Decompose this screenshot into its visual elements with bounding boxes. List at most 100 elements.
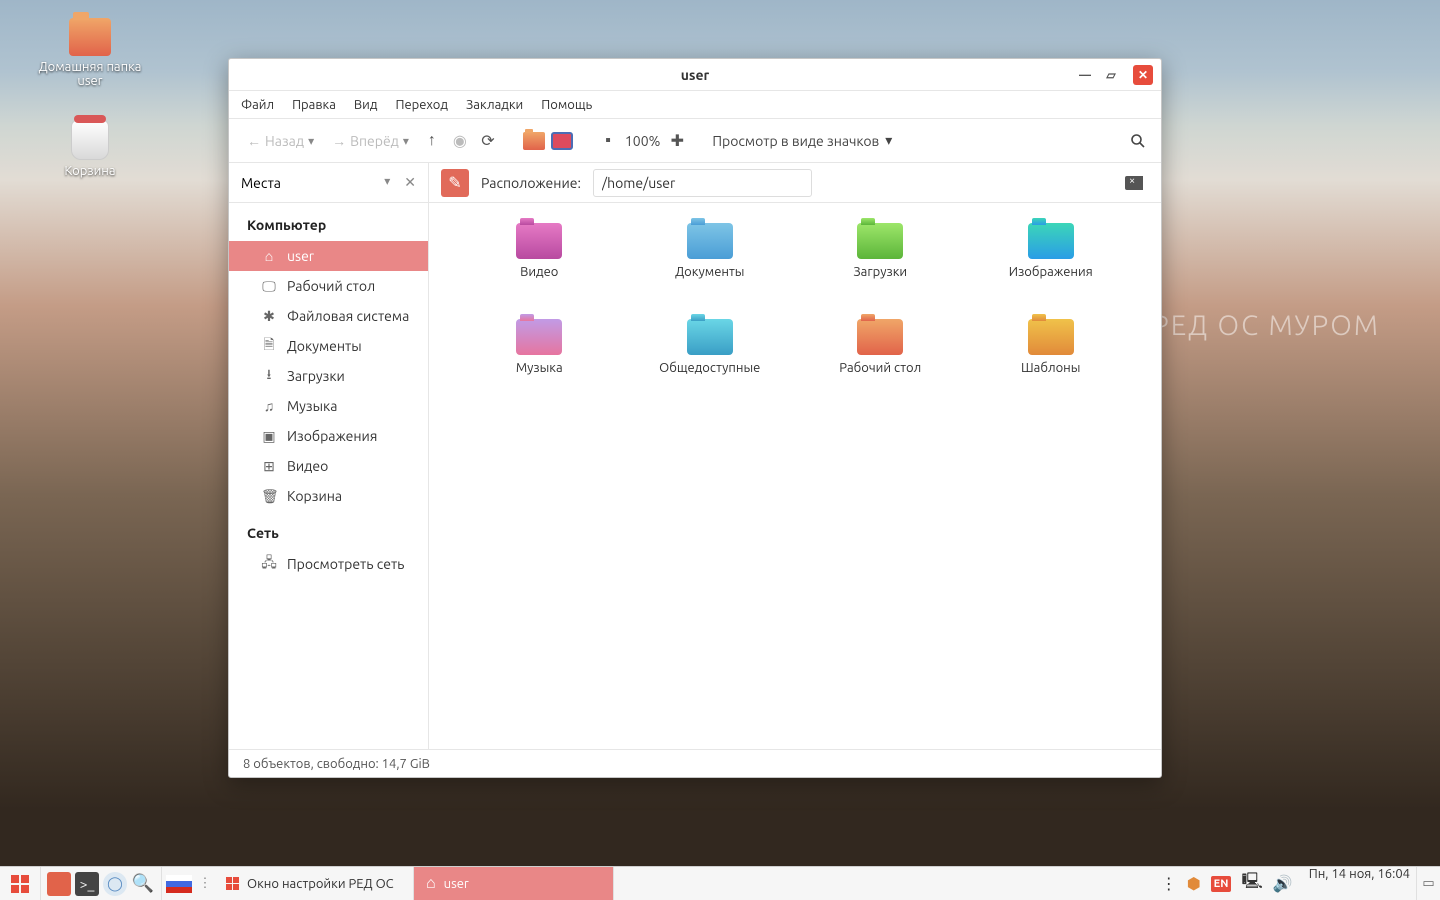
sidebar-item-7[interactable]: ⊞ Видео <box>229 451 428 481</box>
sidebar: Места ▾ ✕ Компьютер ⌂user🖵Рабочий стол✱Ф… <box>229 163 429 749</box>
menu-edit[interactable]: Правка <box>292 98 336 112</box>
folder-label: Изображения <box>1009 265 1093 279</box>
tray-language[interactable]: EN <box>1211 876 1232 892</box>
arrow-right-icon: → <box>332 133 346 149</box>
desktop: Домашняя папка user Корзина РЕД ОС МУРОМ… <box>0 0 1440 900</box>
task-label: Окно настройки РЕД ОС <box>247 877 394 891</box>
nav-back[interactable]: ← Назад ▾ <box>241 129 320 153</box>
sidebar-item-0[interactable]: ⌂user <box>229 241 428 271</box>
folder-tmpl[interactable]: Шаблоны <box>971 319 1132 409</box>
titlebar[interactable]: user — ▱ ✕ <box>229 59 1161 91</box>
section-network: Сеть <box>229 511 428 549</box>
sidebar-item-5[interactable]: ♫ Музыка <box>229 391 428 421</box>
sidebar-item-4[interactable]: ⭳Загрузки <box>229 361 428 391</box>
folder-grid[interactable]: Видео Документы Загрузки Изображения МузыкаО… <box>429 203 1161 749</box>
launcher-search[interactable]: 🔍 <box>131 872 155 896</box>
folder-music[interactable]: Музыка <box>459 319 620 409</box>
sidebar-item-label: Корзина <box>287 488 342 504</box>
stop-button[interactable]: ◉ <box>449 130 471 152</box>
launcher-terminal[interactable]: >_ <box>75 872 99 896</box>
maximize-button[interactable]: ▱ <box>1101 65 1121 85</box>
task-label: user <box>444 877 469 891</box>
keyboard-layout-flag[interactable] <box>166 875 192 893</box>
nav-up[interactable]: ↑ <box>421 130 443 152</box>
taskbar-task-filemanager[interactable]: ⌂ user <box>414 867 614 900</box>
search-button[interactable] <box>1127 130 1149 152</box>
menu-bookmarks[interactable]: Закладки <box>466 98 523 112</box>
menu-file[interactable]: Файл <box>241 98 274 112</box>
taskbar-clock[interactable]: Пн, 14 ноя, 16:04 <box>1303 867 1416 900</box>
system-tray: ⋮ ⬢ EN 🖳 🔊 <box>1151 867 1303 900</box>
main-pane: ✎ Расположение: Видео Документы Загрузки Из… <box>429 163 1161 749</box>
sidebar-item-icon: ♫ <box>261 398 277 414</box>
tray-volume-icon[interactable]: 🔊 <box>1273 874 1293 893</box>
minimize-button[interactable]: — <box>1075 65 1095 85</box>
folder-icon <box>687 319 733 355</box>
home-button[interactable] <box>523 130 545 152</box>
tray-network-icon[interactable]: 🖳 <box>1241 870 1262 897</box>
location-input[interactable] <box>593 169 812 197</box>
folder-docs[interactable]: Документы <box>630 223 791 313</box>
places-close[interactable]: ✕ <box>404 174 416 191</box>
folder-label: Видео <box>520 265 558 279</box>
tray-package-icon[interactable]: ⬢ <box>1187 874 1201 893</box>
folder-label: Рабочий стол <box>839 361 921 375</box>
folder-icon <box>516 319 562 355</box>
window-title: user <box>681 67 710 83</box>
arrow-left-icon: ← <box>247 133 261 149</box>
location-bar: ✎ Расположение: <box>429 163 1161 203</box>
computer-button[interactable] <box>551 130 573 152</box>
start-button[interactable] <box>0 867 40 900</box>
folder-pub[interactable]: Общедоступные <box>630 319 791 409</box>
view-mode-select[interactable]: Просмотр в виде значков ▾ <box>712 132 892 149</box>
sidebar-item-2[interactable]: ✱Файловая система <box>229 301 428 331</box>
reload-button[interactable]: ⟳ <box>477 130 499 152</box>
nav-forward[interactable]: → Вперёд ▾ <box>326 129 415 153</box>
statusbar: 8 объектов, свободно: 14,7 GiB <box>229 749 1161 777</box>
sidebar-item-icon: 🖧 <box>261 552 277 576</box>
folder-desk[interactable]: Рабочий стол <box>800 319 961 409</box>
folder-icon <box>516 223 562 259</box>
launcher-browser[interactable]: ◯ <box>103 872 127 896</box>
clear-location-button[interactable] <box>1125 176 1143 190</box>
places-label: Места <box>241 175 281 191</box>
desktop-icon-home[interactable]: Домашняя папка user <box>30 18 150 88</box>
places-dropdown[interactable]: ▾ <box>384 174 390 191</box>
zoom-level: 100% <box>625 133 660 149</box>
sidebar-item-icon: 🗎 <box>261 334 277 358</box>
folder-icon <box>1028 223 1074 259</box>
tray-menu-icon[interactable]: ⋮ <box>1161 874 1177 893</box>
chevron-down-icon: ▾ <box>308 134 314 148</box>
edit-location-button[interactable]: ✎ <box>441 169 469 197</box>
menu-view[interactable]: Вид <box>354 98 378 112</box>
menu-help[interactable]: Помощь <box>541 98 592 112</box>
launcher-files[interactable] <box>47 872 71 896</box>
sidebar-item-6[interactable]: ▣Изображения <box>229 421 428 451</box>
sidebar-item-8[interactable]: 🗑Корзина <box>229 481 428 511</box>
sidebar-item-1[interactable]: 🖵Рабочий стол <box>229 271 428 301</box>
sidebar-item-label: Просмотреть сеть <box>287 556 404 572</box>
zoom-in-button[interactable]: ✚ <box>666 130 688 152</box>
sidebar-item-label: Музыка <box>287 398 337 414</box>
sidebar-item-label: Видео <box>287 458 328 474</box>
taskbar-task-settings[interactable]: Окно настройки РЕД ОС <box>214 867 414 900</box>
desktop-icon-trash[interactable]: Корзина <box>30 120 150 178</box>
folder-videos[interactable]: Видео <box>459 223 620 313</box>
sidebar-item-icon: ⊞ <box>261 458 277 475</box>
section-computer: Компьютер <box>229 203 428 241</box>
task-separator-icon[interactable]: ⋮ <box>196 867 214 900</box>
zoom-out-button[interactable]: ▪ <box>597 130 619 152</box>
show-desktop-button[interactable]: ▭ <box>1416 867 1440 900</box>
folder-img[interactable]: Изображения <box>971 223 1132 313</box>
chevron-down-icon: ▾ <box>885 132 892 149</box>
folder-label: Документы <box>675 265 744 279</box>
menu-go[interactable]: Переход <box>395 98 448 112</box>
sidebar-item-3[interactable]: 🗎Документы <box>229 331 428 361</box>
location-label: Расположение: <box>481 175 581 191</box>
folder-dl[interactable]: Загрузки <box>800 223 961 313</box>
sidebar-network-item-0[interactable]: 🖧 Просмотреть сеть <box>229 549 428 579</box>
close-button[interactable]: ✕ <box>1133 65 1153 85</box>
desktop-icon-label: Домашняя папка <box>30 60 150 74</box>
trash-icon <box>71 120 109 160</box>
home-icon: ⌂ <box>426 874 436 893</box>
